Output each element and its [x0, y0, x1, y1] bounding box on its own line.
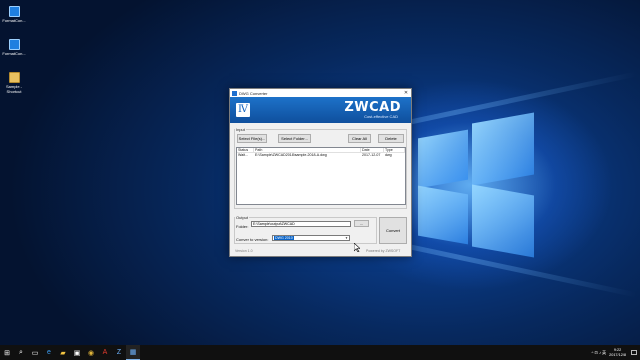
- output-folder-field[interactable]: E:\Sample\output\ZWCAD: [251, 221, 351, 227]
- windows-logo-pane: [472, 112, 534, 186]
- search-icon[interactable]: ⌕: [14, 345, 28, 360]
- powered-by: Powered by ZWSOFT: [366, 249, 401, 253]
- notification-icon[interactable]: [629, 345, 638, 360]
- zwcad-icon[interactable]: Z: [112, 345, 126, 360]
- folder-label: Folder:: [236, 224, 249, 229]
- app-icon: [232, 90, 237, 96]
- select-files-button[interactable]: Select File(s)...: [237, 134, 267, 143]
- folder-shortcut-icon: [8, 72, 20, 83]
- input-group-label: Input: [235, 127, 246, 132]
- output-group-label: Output: [235, 215, 250, 220]
- desktop-background: FormatCon... FormatCon... Sample - Short…: [0, 0, 640, 345]
- file-date: 2017-12-07: [362, 153, 381, 157]
- clock[interactable]: 9:22 2017/12/8: [609, 348, 626, 357]
- version-selected-value: DWG 2010: [274, 236, 294, 240]
- select-folder-button[interactable]: Select Folder...: [278, 134, 311, 143]
- taskbar: ⊞ ⌕ ▭ e ▰ ▣ ◉ A Z ▦ ^ ⊡ ♪ 英 9:22 2017/12…: [0, 345, 640, 360]
- delete-button[interactable]: Delete: [378, 134, 404, 143]
- file-row[interactable]: Wait... E:\Sample\ZWCAD2018\sample-2018-…: [237, 153, 405, 158]
- task-view-icon[interactable]: ▭: [28, 345, 42, 360]
- clear-all-button[interactable]: Clear All: [348, 134, 371, 143]
- windows-logo-pane: [418, 129, 468, 189]
- banner: Ⅳ ZWCAD Cost-effective CAD: [230, 97, 411, 123]
- mouse-cursor-icon: [354, 243, 360, 252]
- version-info: Version 1.0: [235, 249, 253, 253]
- desktop-icon-label: Sample - Shortcut: [5, 84, 22, 94]
- system-tray: ^ ⊡ ♪ 英 9:22 2017/12/8: [592, 345, 640, 360]
- chevron-down-icon: ▼: [345, 236, 348, 240]
- close-button[interactable]: ✕: [401, 89, 411, 97]
- windows-logo-pane: [418, 185, 468, 245]
- file-explorer-icon[interactable]: ▰: [56, 345, 70, 360]
- column-header-status[interactable]: Status: [237, 148, 254, 152]
- desktop-icon-sample-shortcut[interactable]: Sample - Shortcut: [2, 72, 26, 94]
- app-icon: [8, 39, 20, 50]
- desktop-icon-formatconverter-2[interactable]: FormatCon...: [2, 39, 26, 57]
- clock-date: 2017/12/8: [609, 352, 626, 357]
- browse-folder-button[interactable]: ...: [354, 220, 369, 227]
- column-header-date[interactable]: Date: [361, 148, 384, 152]
- convert-to-version-label: Conver to version:: [236, 237, 269, 242]
- brand-tagline: Cost-effective CAD: [364, 114, 398, 119]
- desktop-icon-label: FormatCon...: [2, 18, 26, 23]
- brand-name: ZWCAD: [344, 100, 401, 115]
- file-type: dwg: [385, 153, 392, 157]
- version-select[interactable]: DWG 2010 ▼: [272, 235, 350, 241]
- dwg-converter-dialog: DWG Converter ✕ Ⅳ ZWCAD Cost-effective C…: [229, 88, 412, 257]
- store-icon[interactable]: ▣: [70, 345, 84, 360]
- window-title: DWG Converter: [239, 90, 268, 96]
- zwcad-logo-icon: Ⅳ: [236, 103, 250, 117]
- convert-button[interactable]: Convert: [379, 217, 407, 244]
- file-path: E:\Sample\ZWCAD2018\sample-2018-A.dwg: [255, 153, 327, 157]
- acrobat-icon[interactable]: A: [98, 345, 112, 360]
- windows-start-icon[interactable]: ⊞: [0, 345, 14, 360]
- dwg-converter-icon[interactable]: ▦: [126, 345, 140, 360]
- chrome-icon[interactable]: ◉: [84, 345, 98, 360]
- file-list[interactable]: Status Path Date Type Wait... E:\Sample\…: [236, 147, 406, 205]
- column-header-path[interactable]: Path: [254, 148, 361, 152]
- desktop-icon-formatconverter-1[interactable]: FormatCon...: [2, 6, 26, 24]
- windows-logo-pane: [472, 184, 534, 258]
- app-icon: [8, 6, 20, 17]
- desktop-icon-label: FormatCon...: [2, 51, 26, 56]
- title-bar[interactable]: DWG Converter ✕: [230, 89, 411, 97]
- file-status: Wait...: [238, 153, 249, 157]
- edge-icon[interactable]: e: [42, 345, 56, 360]
- tray-icons[interactable]: ^ ⊡ ♪ 英: [592, 350, 607, 356]
- column-header-type[interactable]: Type: [384, 148, 405, 152]
